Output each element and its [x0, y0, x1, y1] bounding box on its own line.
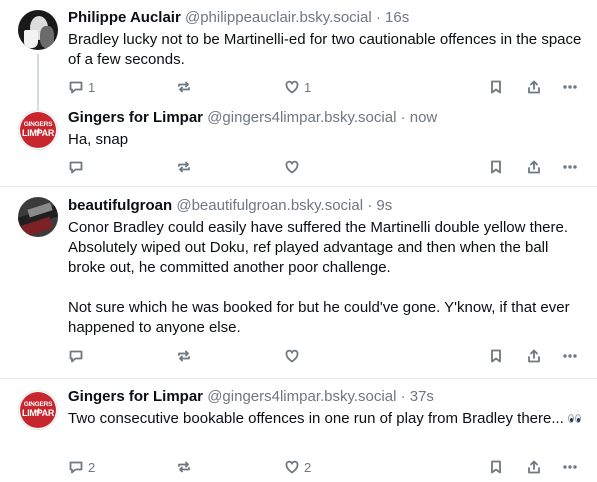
author-name[interactable]: Gingers for Limpar — [68, 388, 203, 405]
reply-count: 1 — [88, 79, 96, 95]
eyes-emoji — [567, 409, 582, 429]
post-time[interactable]: 37s — [410, 388, 434, 405]
reply-icon — [69, 161, 83, 174]
more-icon — [563, 465, 577, 469]
reply-icon — [69, 461, 83, 474]
more-icon — [563, 165, 577, 169]
avatar-logo-line2: LIMPAR — [22, 408, 55, 418]
separator: · — [375, 9, 381, 26]
bookmark-icon — [491, 349, 501, 363]
like-button[interactable]: 2 — [284, 457, 311, 477]
repost-button[interactable] — [176, 346, 192, 366]
post-text-content: Two consecutive bookable offences in one… — [68, 410, 564, 427]
like-icon — [285, 160, 299, 174]
more-options-button[interactable] — [562, 457, 578, 477]
bookmark-icon — [491, 160, 501, 174]
post-text: Two consecutive bookable offences in one… — [68, 409, 585, 429]
author-name[interactable]: beautifulgroan — [68, 197, 172, 214]
more-options-button[interactable] — [562, 77, 578, 97]
reply-button[interactable]: 2 — [68, 457, 95, 477]
repost-icon — [178, 350, 190, 362]
author-handle[interactable]: @gingers4limpar.bsky.social — [207, 388, 396, 405]
bookmark-icon — [491, 80, 501, 94]
author-handle[interactable]: @philippeauclair.bsky.social — [185, 9, 372, 26]
repost-icon — [178, 461, 190, 473]
repost-button[interactable] — [176, 457, 192, 477]
share-icon — [528, 80, 540, 94]
reply-icon — [69, 350, 83, 363]
repost-button[interactable] — [176, 157, 192, 177]
share-icon — [528, 460, 540, 474]
like-icon — [285, 460, 299, 474]
post-header: Philippe Auclair @philippeauclair.bsky.s… — [68, 8, 585, 28]
bookmark-button[interactable] — [488, 346, 504, 366]
post-text: Conor Bradley could easily have suffered… — [68, 219, 570, 336]
like-button[interactable]: 1 — [284, 77, 311, 97]
avatar-philippe[interactable] — [18, 10, 58, 50]
like-count: 2 — [304, 459, 312, 475]
like-count: 1 — [304, 79, 312, 95]
share-button[interactable] — [526, 77, 542, 97]
separator: · — [400, 109, 406, 126]
separator: · — [367, 197, 373, 214]
post-gingers-reply[interactable]: GINGERS 4 LIMPAR Gingers for Limpar @gin… — [0, 100, 597, 186]
post-time[interactable]: 16s — [385, 9, 409, 26]
repost-icon — [178, 81, 190, 93]
reply-button[interactable] — [68, 157, 88, 177]
share-icon — [528, 349, 540, 363]
share-button[interactable] — [526, 346, 542, 366]
like-icon — [285, 349, 299, 363]
post-time[interactable]: 9s — [376, 197, 392, 214]
bookmark-button[interactable] — [488, 77, 504, 97]
post-gingers-consecutive[interactable]: GINGERS 4 LIMPAR Gingers for Limpar @gin… — [0, 378, 597, 482]
bookmark-button[interactable] — [488, 157, 504, 177]
bookmark-icon — [491, 460, 501, 474]
avatar-beautifulgroan[interactable] — [18, 197, 58, 237]
post-time[interactable]: now — [410, 109, 438, 126]
post-philippe[interactable]: Philippe Auclair @philippeauclair.bsky.s… — [0, 0, 597, 110]
author-name[interactable]: Philippe Auclair — [68, 9, 181, 26]
author-name[interactable]: Gingers for Limpar — [68, 109, 203, 126]
avatar-gingers[interactable]: GINGERS 4 LIMPAR — [18, 390, 58, 430]
post-header: beautifulgroan @beautifulgroan.bsky.soci… — [68, 196, 585, 216]
more-icon — [563, 354, 577, 358]
like-button[interactable] — [284, 157, 304, 177]
avatar-logo-line2: LIMPAR — [22, 128, 55, 138]
post-text: Ha, snap — [68, 131, 129, 148]
more-options-button[interactable] — [562, 157, 578, 177]
post-header: Gingers for Limpar @gingers4limpar.bsky.… — [68, 387, 585, 407]
like-icon — [285, 80, 299, 94]
reply-count: 2 — [88, 459, 96, 475]
share-icon — [528, 160, 540, 174]
more-options-button[interactable] — [562, 346, 578, 366]
more-icon — [563, 85, 577, 89]
post-header: Gingers for Limpar @gingers4limpar.bsky.… — [68, 108, 585, 128]
repost-icon — [178, 161, 190, 173]
repost-button[interactable] — [176, 77, 192, 97]
bookmark-button[interactable] — [488, 457, 504, 477]
avatar-gingers[interactable]: GINGERS 4 LIMPAR — [18, 110, 58, 150]
author-handle[interactable]: @beautifulgroan.bsky.social — [176, 197, 363, 214]
reply-button[interactable]: 1 — [68, 77, 95, 97]
reply-icon — [69, 81, 83, 94]
share-button[interactable] — [526, 457, 542, 477]
reply-button[interactable] — [68, 346, 88, 366]
author-handle[interactable]: @gingers4limpar.bsky.social — [207, 109, 396, 126]
like-button[interactable] — [284, 346, 304, 366]
share-button[interactable] — [526, 157, 542, 177]
post-text: Bradley lucky not to be Martinelli-ed fo… — [68, 31, 586, 68]
post-beautifulgroan[interactable]: beautifulgroan @beautifulgroan.bsky.soci… — [0, 186, 597, 380]
separator: · — [400, 388, 406, 405]
